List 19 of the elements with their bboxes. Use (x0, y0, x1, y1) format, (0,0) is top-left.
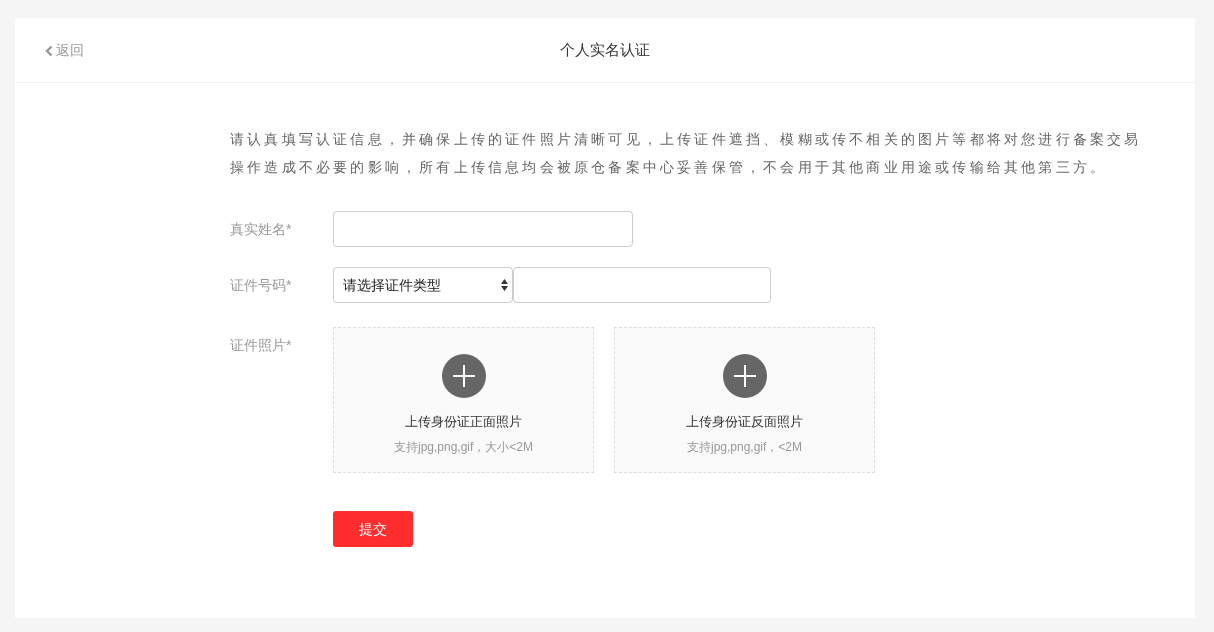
page-title: 个人实名认证 (560, 39, 650, 60)
upload-box[interactable]: 上传身份证反面照片 支持jpg,png,gif，<2M (614, 327, 875, 473)
sort-arrows-icon (501, 279, 508, 291)
add-icon (441, 354, 486, 398)
chevron-left-icon (45, 44, 53, 57)
submit-button[interactable]: 提交 (333, 511, 413, 547)
upload-hint: 支持jpg,png,gif，<2M (686, 438, 803, 456)
upload-title: 上传身份证反面照片 (686, 413, 803, 431)
field-label: 证件号码* (230, 275, 293, 295)
add-icon (722, 354, 767, 398)
upload-box[interactable]: 上传身份证正面照片 支持jpg,png,gif，大小<2M (333, 327, 594, 473)
field-label: 证件照片* (230, 336, 293, 355)
name-input[interactable] (333, 211, 633, 247)
upload-title: 上传身份证正面照片 (405, 413, 522, 431)
id-number-input[interactable] (513, 267, 771, 303)
field-label: 真实姓名* (230, 219, 293, 239)
upload-hint: 支持jpg,png,gif，大小<2M (393, 438, 534, 456)
id-type-select[interactable]: 请选择证件类型 (333, 267, 513, 303)
intro-text: 请认真填写认证信息，并确保上传的证件照片清晰可见，上传证件遮挡、模糊或传不相关的图片等都将对您进行备案交易 操作造成不必要的影响，所有上传信息均会被原仓备案中心妥善保管，不会用于其他商业用途或传输给其他第三方。 (230, 130, 1142, 177)
